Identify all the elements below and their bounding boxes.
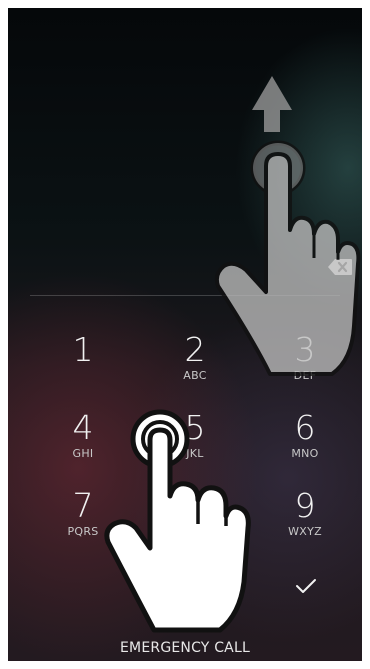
key-digit: 3 — [294, 330, 316, 369]
key-letters: MNO — [291, 447, 319, 460]
keypad-key-2[interactable]: 2 ABC — [150, 331, 240, 397]
key-digit: 6 — [294, 408, 316, 447]
key-digit: 2 — [184, 330, 206, 369]
keypad-key-4[interactable]: 4 GHI — [38, 409, 128, 475]
keypad-key-7[interactable]: 7 PQRS — [38, 487, 128, 553]
keypad-key-8[interactable]: 8 TUV — [150, 487, 240, 553]
checkmark-icon[interactable] — [294, 577, 318, 595]
keypad-key-3[interactable]: 3 DEF — [260, 331, 350, 397]
backspace-icon[interactable] — [327, 258, 353, 276]
pin-entry-divider — [30, 295, 340, 296]
key-digit: 8 — [184, 486, 206, 525]
emergency-call-button[interactable]: EMERGENCY CALL — [8, 640, 362, 656]
keypad-key-9[interactable]: 9 WXYZ — [260, 487, 350, 553]
keypad-key-1[interactable]: 1 — [38, 331, 128, 397]
key-letters: DEF — [293, 369, 317, 382]
key-letters: TUV — [183, 525, 207, 538]
key-letters: WXYZ — [288, 525, 322, 538]
key-letters: ABC — [183, 369, 207, 382]
swipe-up-hand-icon — [214, 76, 361, 376]
key-letters: GHI — [72, 447, 94, 460]
lock-screen: 1 2 ABC 3 DEF 4 GHI 5 JKL 6 MNO 7 PQRS 8… — [8, 8, 362, 661]
keypad-key-6[interactable]: 6 MNO — [260, 409, 350, 475]
key-digit: 5 — [184, 408, 206, 447]
key-letters: JKL — [186, 447, 204, 460]
keypad-key-5[interactable]: 5 JKL — [150, 409, 240, 475]
key-letters: PQRS — [67, 525, 99, 538]
key-digit: 9 — [294, 486, 316, 525]
key-digit: 1 — [72, 330, 94, 369]
key-digit: 7 — [72, 486, 94, 525]
key-digit: 4 — [72, 408, 94, 447]
